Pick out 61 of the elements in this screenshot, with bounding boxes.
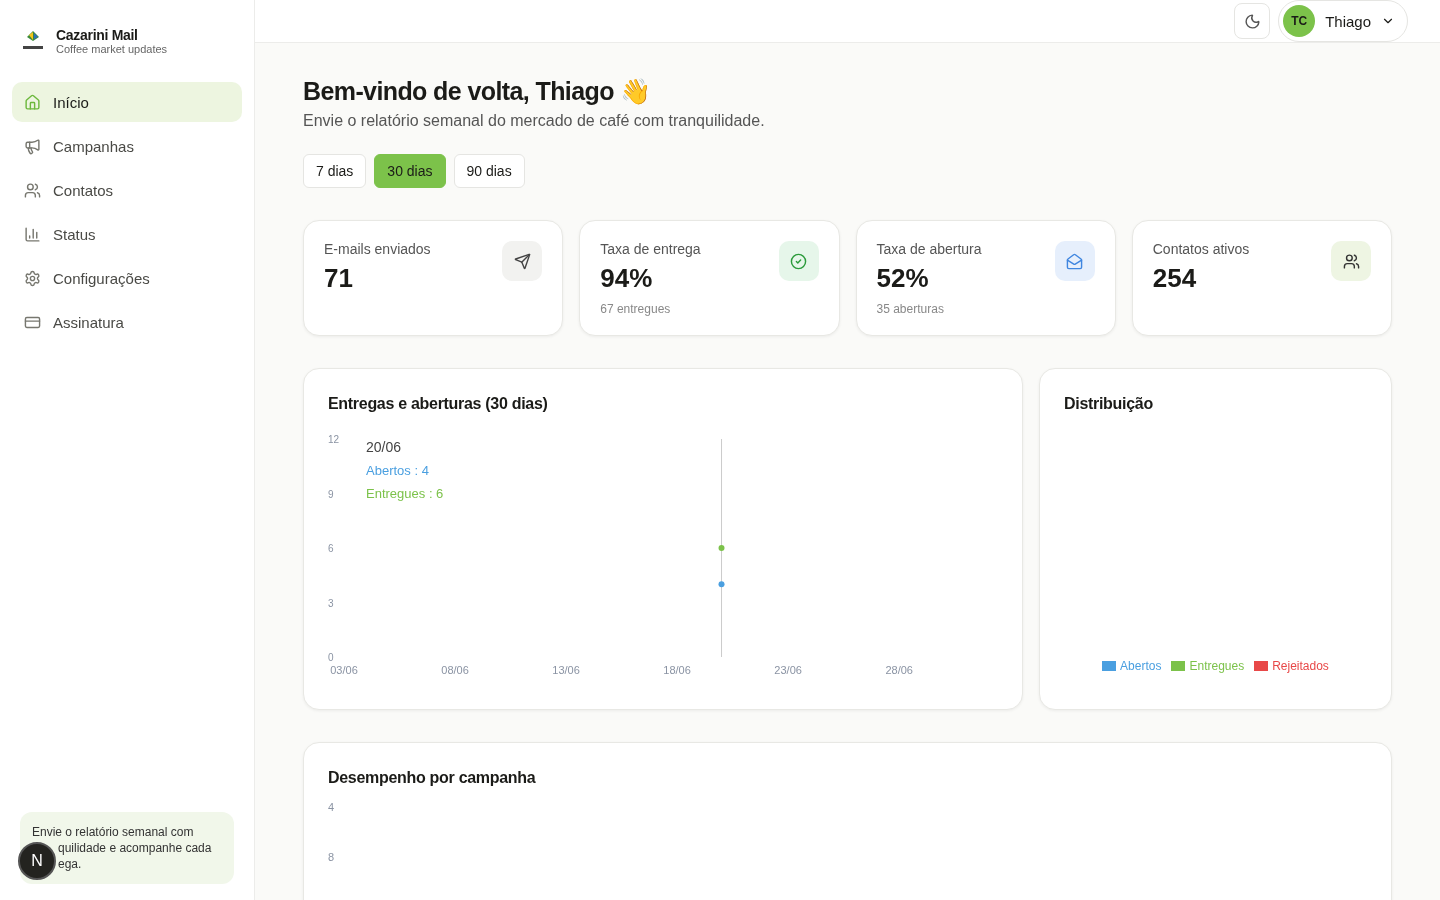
nav-item[interactable]: Configurações: [12, 258, 242, 298]
moon-icon: [1243, 12, 1261, 30]
y-tick-label: 12: [328, 434, 340, 445]
x-tick-label: 03/06: [330, 664, 358, 676]
stat-label: Taxa de entrega: [600, 241, 701, 257]
stat-label: E-mails enviados: [324, 241, 431, 257]
axis-label: 8: [328, 851, 336, 863]
nav-item[interactable]: Contatos: [12, 170, 242, 210]
floating-badge[interactable]: N: [18, 842, 56, 880]
home-icon: [24, 93, 41, 111]
range-tab[interactable]: 30 dias: [374, 154, 446, 188]
stat-note: 67 entregues: [600, 302, 672, 316]
user-menu-button[interactable]: TC Thiago: [1278, 0, 1408, 42]
chart-title: Distribuição: [1064, 395, 1154, 413]
range-tab[interactable]: 90 dias: [453, 154, 525, 188]
note-line: ega.: [58, 856, 82, 872]
nav-item[interactable]: Início: [12, 82, 242, 122]
nav-item[interactable]: Status: [12, 214, 242, 254]
bar-chart-icon: [24, 225, 41, 243]
x-tick-label: 18/06: [663, 664, 691, 676]
legend-label: Rejeitados: [1272, 659, 1329, 673]
axis-label: 4: [328, 801, 336, 813]
brand-tagline: Coffee market updates: [56, 43, 168, 55]
brand-name: Cazarini Mail: [56, 27, 139, 43]
tooltip-line: Abertos : 4: [366, 463, 430, 478]
x-tick-label: 23/06: [774, 664, 802, 676]
stat-label: Taxa de abertura: [876, 241, 982, 257]
stat-value: 254: [1152, 263, 1198, 294]
stat-label: Contatos ativos: [1152, 241, 1250, 257]
x-tick-label: 28/06: [885, 664, 913, 676]
user-avatar: TC: [1283, 5, 1316, 37]
welcome-subtitle: Envie o relatório semanal do mercado de café com tranquilidade.: [303, 112, 766, 130]
stat-note: 35 aberturas: [876, 302, 945, 316]
chart-title: Entregas e aberturas (30 dias): [328, 395, 549, 413]
nav-item[interactable]: Campanhas: [12, 126, 242, 166]
x-tick-label: 08/06: [441, 664, 469, 676]
note-line: quilidade e acompanhe cada: [58, 840, 212, 856]
data-point: [718, 545, 725, 551]
tooltip-title: 20/06: [366, 439, 403, 455]
gear-icon: [24, 269, 41, 287]
theme-toggle-button[interactable]: [1234, 3, 1271, 39]
tooltip-line: Entregues : 6: [366, 486, 444, 501]
chart-title: Desempenho por campanha: [328, 769, 537, 787]
users-icon: [24, 181, 41, 199]
stat-value: 94%: [600, 263, 654, 294]
legend-label: Entregues: [1189, 659, 1245, 673]
welcome-title: Bem-vindo de volta, Thiago: [303, 77, 614, 106]
y-tick-label: 0: [328, 652, 334, 663]
range-tab[interactable]: 7 dias: [303, 154, 367, 188]
y-tick-label: 6: [328, 543, 334, 554]
stat-value: 52%: [876, 263, 930, 294]
y-tick-label: 9: [328, 488, 334, 500]
note-line: Envie o relatório semanal com: [32, 824, 194, 840]
nav-item[interactable]: Assinatura: [12, 302, 242, 342]
legend-label: Abertos: [1120, 659, 1162, 673]
data-point: [718, 581, 725, 588]
y-tick-label: 3: [328, 597, 334, 609]
x-tick-label: 13/06: [552, 664, 580, 676]
waving-hand-emoji: 👋: [619, 77, 651, 106]
megaphone-icon: [24, 137, 41, 155]
stat-value: 71: [324, 263, 354, 294]
